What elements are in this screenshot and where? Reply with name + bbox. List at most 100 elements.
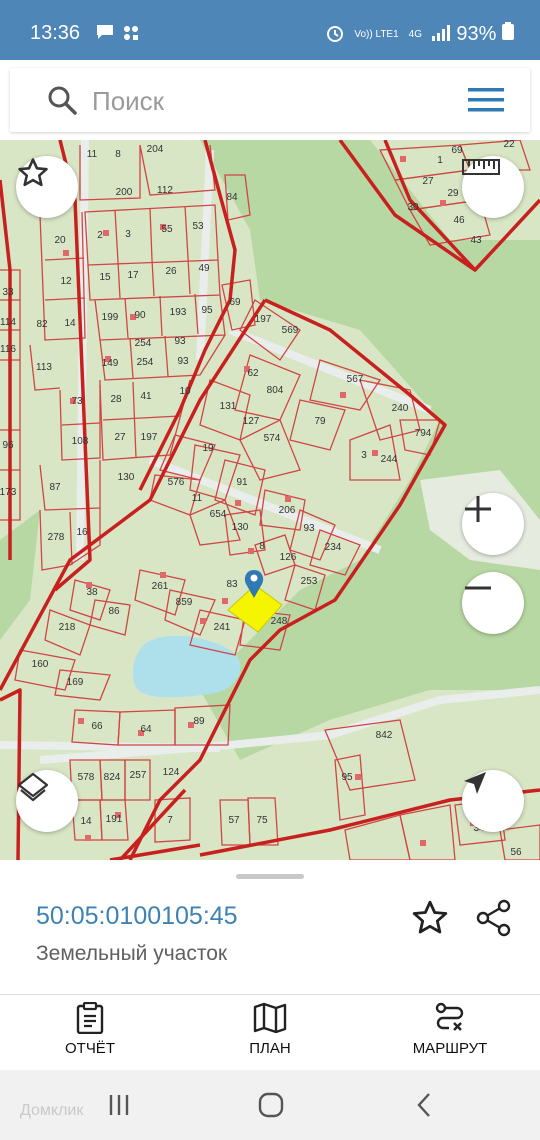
parcel-number-label[interactable]: 75 [256,815,268,826]
parcel-number-label[interactable]: 46 [453,215,465,226]
parcel-number-label[interactable]: 261 [152,581,169,592]
favorite-star-icon[interactable] [410,898,450,938]
zoom-out-button[interactable] [462,572,524,634]
parcel-number-label[interactable]: 569 [282,325,299,336]
cadastral-map[interactable]: 11 8 204 200 112 84 2 3 55 53 20 12 15 17 26 49 69 82 14 19… [0,140,540,860]
parcel-number-label[interactable]: 1 [437,155,443,166]
parcel-number-label[interactable]: 93 [303,523,315,534]
plan-button[interactable]: ПЛАН [200,1002,340,1064]
back-icon[interactable] [410,1090,450,1120]
parcel-number-label[interactable]: 169 [67,677,84,688]
parcel-number-label[interactable]: 7 [167,815,173,826]
parcel-number-label[interactable]: 41 [140,391,152,402]
parcel-number-label[interactable]: 16 [76,527,88,538]
parcel-number-label[interactable]: 193 [170,307,187,318]
parcel-number-label[interactable]: 66 [91,721,103,732]
parcel-number-label[interactable]: 173 [0,487,17,498]
parcel-number-label[interactable]: 244 [381,454,398,465]
parcel-number-label[interactable]: 240 [392,403,409,414]
parcel-number-label[interactable]: 149 [102,358,119,369]
parcel-number-label[interactable]: 62 [247,368,259,379]
parcel-number-label[interactable]: 248 [271,616,288,627]
parcel-number-label[interactable]: 27 [422,176,434,187]
parcel-number-label[interactable]: 257 [130,770,147,781]
parcel-number-label[interactable]: 20 [54,235,66,246]
parcel-number-label[interactable]: 116 [0,344,16,355]
parcel-number-label[interactable]: 576 [168,477,185,488]
parcel-number-label[interactable]: 197 [255,314,272,325]
search-input[interactable] [90,80,454,122]
parcel-number-label[interactable]: 82 [36,319,48,330]
parcel-number-label[interactable]: 95 [201,305,213,316]
parcel-number-label[interactable]: 113 [36,362,52,373]
parcel-number-label[interactable]: 567 [347,374,364,385]
parcel-number-label[interactable]: 30 [407,202,419,213]
parcel-number-label[interactable]: 83 [226,579,238,590]
sheet-drag-handle[interactable] [236,874,304,879]
parcel-number-label[interactable]: 278 [48,532,65,543]
recent-apps-icon[interactable] [104,1090,144,1120]
parcel-number-label[interactable]: 112 [157,185,173,196]
parcel-number-label[interactable]: 27 [114,432,126,443]
parcel-number-label[interactable]: 2 [97,230,103,241]
parcel-number-label[interactable]: 254 [135,338,152,349]
parcel-number-label[interactable]: 43 [470,235,482,246]
parcel-number-label[interactable]: 15 [99,272,111,283]
parcel-number-label[interactable]: 10 [179,386,191,397]
parcel-number-label[interactable]: 108 [72,436,89,447]
parcel-number-label[interactable]: 574 [264,433,281,444]
parcel-number-label[interactable]: 130 [232,522,249,533]
parcel-number-label[interactable]: 824 [104,772,121,783]
parcel-number-label[interactable]: 842 [376,730,393,741]
zoom-in-button[interactable] [462,493,524,555]
parcel-number-label[interactable]: 254 [137,357,154,368]
parcel-number-label[interactable]: 234 [325,542,342,553]
parcel-number-label[interactable]: 57 [228,815,240,826]
parcel-number-label[interactable]: 79 [314,416,326,427]
parcel-number-label[interactable]: 578 [78,772,95,783]
my-location-button[interactable] [462,770,524,832]
parcel-number-label[interactable]: 95 [341,772,353,783]
parcel-number-label[interactable]: 22 [503,140,515,150]
parcel-number-label[interactable]: 199 [102,312,119,323]
parcel-number-label[interactable]: 124 [163,767,180,778]
cadastral-number[interactable]: 50:05:0100105:45 [36,902,238,931]
parcel-number-label[interactable]: 73 [71,396,83,407]
parcel-number-label[interactable]: 12 [60,276,72,287]
parcel-number-label[interactable]: 241 [214,622,231,633]
parcel-number-label[interactable]: 114 [0,317,16,328]
parcel-number-label[interactable]: 197 [141,432,158,443]
parcel-number-label[interactable]: 93 [174,336,186,347]
parcel-number-label[interactable]: 49 [198,263,210,274]
ruler-map-button[interactable] [462,156,524,218]
parcel-number-label[interactable]: 218 [59,622,76,633]
parcel-number-label[interactable]: 14 [80,816,92,827]
parcel-number-label[interactable]: 654 [210,509,227,520]
parcel-number-label[interactable]: 17 [127,270,139,281]
parcel-number-label[interactable]: 11 [192,493,203,504]
parcel-number-label[interactable]: 91 [236,477,248,488]
search-icon[interactable] [46,84,78,116]
parcel-number-label[interactable]: 86 [108,606,120,617]
menu-icon[interactable] [468,86,504,114]
parcel-number-label[interactable]: 64 [140,724,152,735]
share-icon[interactable] [474,898,514,938]
parcel-number-label[interactable]: 84 [226,192,238,203]
parcel-number-label[interactable]: 794 [415,428,432,439]
parcel-number-label[interactable]: 33 [2,287,14,298]
parcel-number-label[interactable]: 131 [220,401,237,412]
parcel-number-label[interactable]: 53 [192,221,204,232]
parcel-number-label[interactable]: 89 [193,716,205,727]
parcel-number-label[interactable]: 126 [280,552,297,563]
parcel-number-label[interactable]: 56 [510,847,522,858]
favorites-map-button[interactable] [16,156,78,218]
parcel-number-label[interactable]: 127 [243,416,260,427]
parcel-number-label[interactable]: 160 [32,659,49,670]
route-button[interactable]: МАРШРУТ [380,1002,520,1064]
parcel-number-label[interactable]: 3 [125,229,131,240]
parcel-number-label[interactable]: 87 [49,482,61,493]
parcel-number-label[interactable]: 859 [176,597,193,608]
parcel-number-label[interactable]: 29 [447,188,459,199]
parcel-number-label[interactable]: 8 [115,149,121,160]
parcel-number-label[interactable]: 191 [106,814,123,825]
